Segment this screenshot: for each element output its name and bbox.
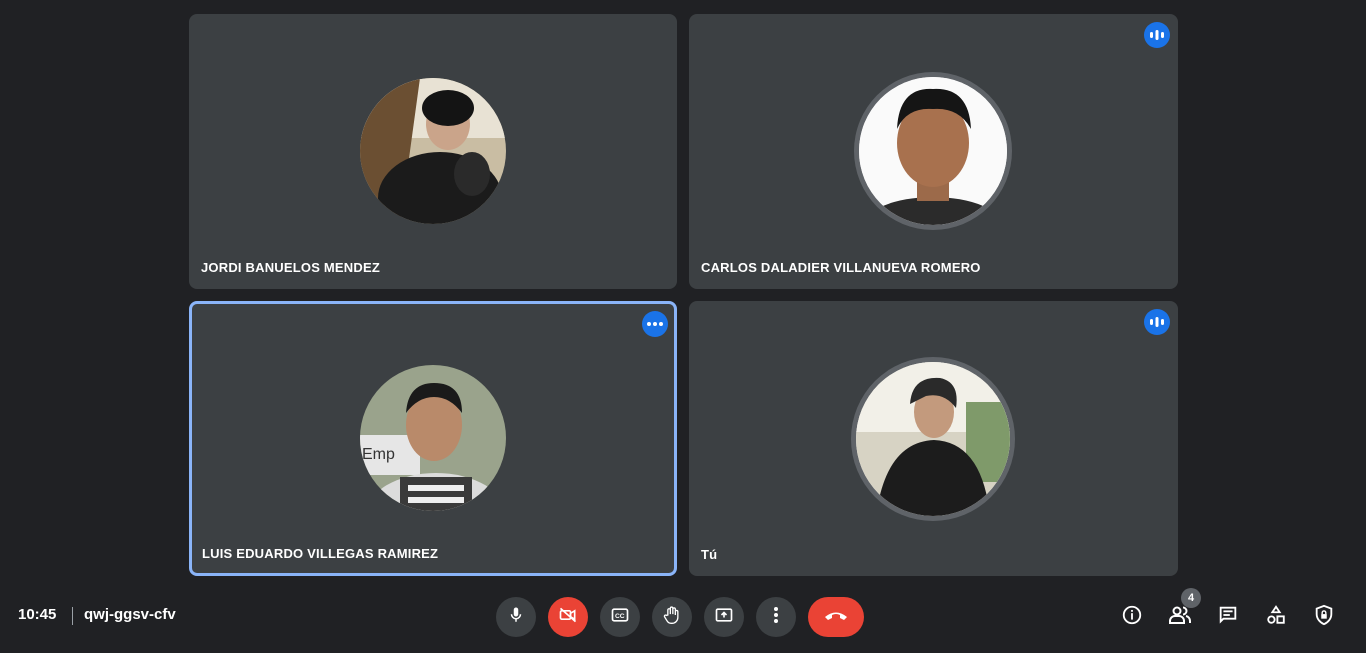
participant-name: Tú bbox=[701, 547, 718, 562]
chat-icon bbox=[1217, 604, 1239, 631]
participant-name: LUIS EDUARDO VILLEGAS RAMIREZ bbox=[202, 546, 439, 561]
participant-tile-luis[interactable]: Emp LUIS EDUARDO VILLEGAS RAMIREZ bbox=[189, 301, 677, 576]
more-options-button[interactable] bbox=[756, 597, 796, 637]
present-button[interactable] bbox=[704, 597, 744, 637]
participant-tile-carlos[interactable]: CARLOS DALADIER VILLANUEVA ROMERO bbox=[689, 14, 1178, 289]
chat-button[interactable] bbox=[1212, 601, 1244, 633]
speaking-indicator-icon bbox=[1144, 22, 1170, 48]
participant-count-badge: 4 bbox=[1181, 588, 1201, 608]
participant-avatar bbox=[851, 357, 1015, 521]
meeting-code: qwj-ggsv-cfv bbox=[84, 606, 176, 623]
participant-avatar: Emp bbox=[360, 365, 506, 511]
participant-tile-jordi[interactable]: JORDI BANUELOS MENDEZ bbox=[189, 14, 677, 289]
raise-hand-button[interactable] bbox=[652, 597, 692, 637]
camera-off-icon bbox=[558, 605, 578, 630]
svg-text:CC: CC bbox=[615, 612, 625, 619]
clock: 10:45 bbox=[18, 606, 57, 623]
captions-button[interactable]: CC bbox=[600, 597, 640, 637]
activities-button[interactable] bbox=[1260, 601, 1292, 633]
camera-toggle-button[interactable] bbox=[548, 597, 588, 637]
speaking-indicator-icon bbox=[1144, 309, 1170, 335]
activities-icon bbox=[1265, 604, 1287, 631]
raise-hand-icon bbox=[662, 605, 682, 630]
leave-call-button[interactable] bbox=[808, 597, 864, 637]
participant-avatar bbox=[360, 78, 506, 224]
host-controls-button[interactable] bbox=[1308, 601, 1340, 633]
microphone-icon bbox=[507, 606, 525, 629]
microphone-button[interactable] bbox=[496, 597, 536, 637]
participant-avatar bbox=[854, 72, 1012, 230]
meeting-details-button[interactable] bbox=[1116, 601, 1148, 633]
divider bbox=[72, 607, 73, 625]
host-controls-icon bbox=[1313, 604, 1335, 631]
participant-name: CARLOS DALADIER VILLANUEVA ROMERO bbox=[701, 260, 981, 275]
hang-up-icon bbox=[823, 608, 849, 627]
participant-name: JORDI BANUELOS MENDEZ bbox=[201, 260, 380, 275]
more-options-icon bbox=[773, 606, 779, 629]
captions-icon: CC bbox=[610, 605, 630, 630]
svg-text:Emp: Emp bbox=[362, 446, 395, 463]
more-options-icon[interactable] bbox=[642, 311, 668, 337]
present-screen-icon bbox=[714, 605, 734, 630]
info-icon bbox=[1121, 604, 1143, 631]
participant-tile-self[interactable]: Tú bbox=[689, 301, 1178, 576]
